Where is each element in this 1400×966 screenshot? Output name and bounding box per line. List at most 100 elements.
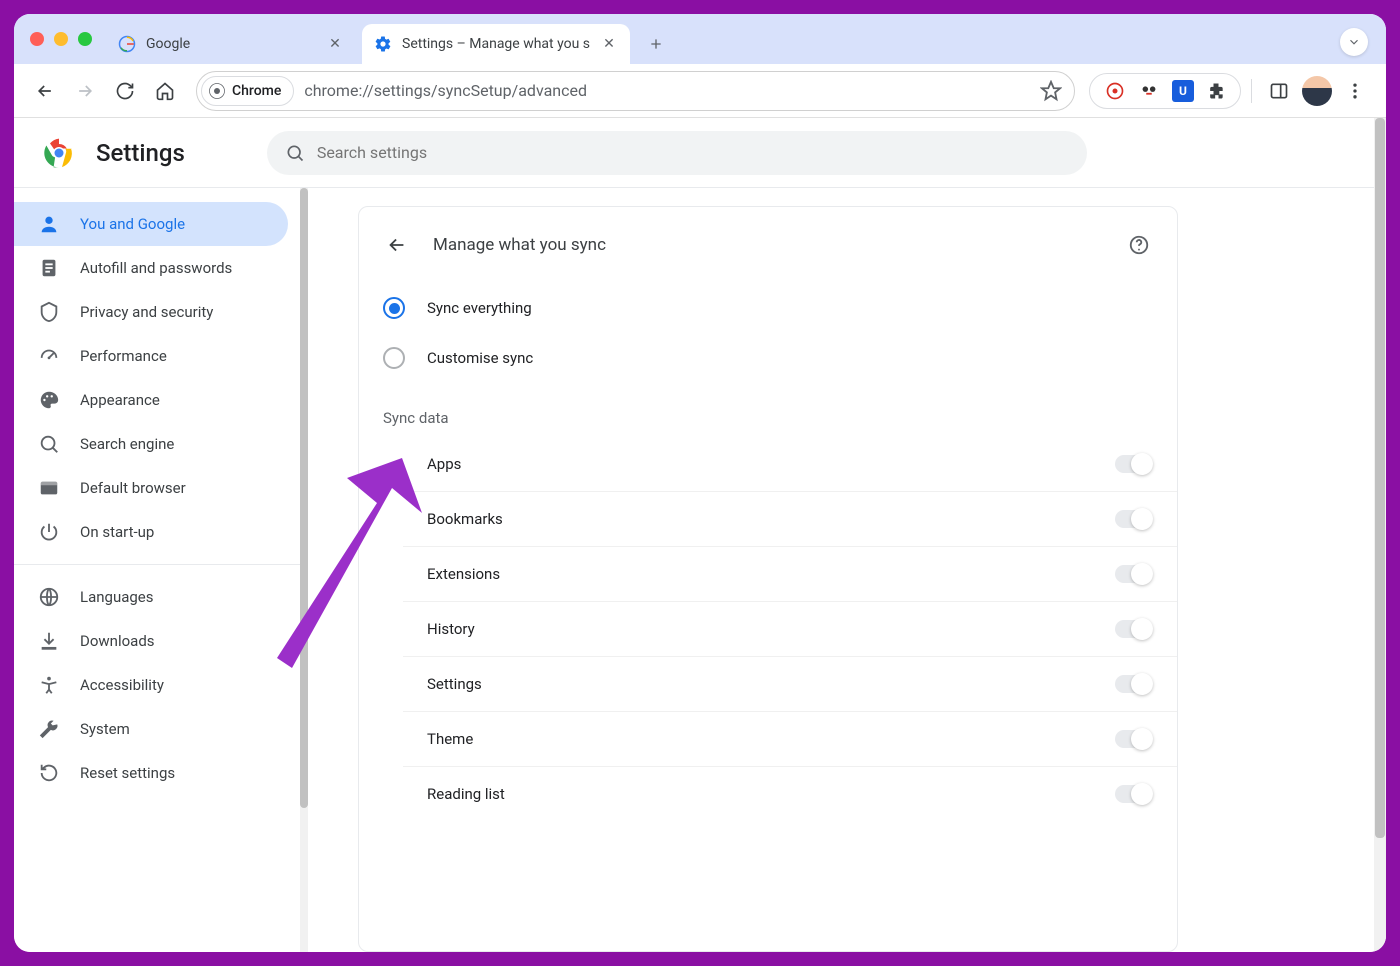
toggle-row-settings: Settings bbox=[403, 657, 1177, 712]
form-icon bbox=[38, 257, 60, 279]
toggle-switch[interactable] bbox=[1115, 510, 1153, 528]
reload-button[interactable] bbox=[108, 74, 142, 108]
page-content: Settings You and Google Autofill and pass… bbox=[14, 118, 1386, 952]
sidebar-item-label: Reset settings bbox=[80, 764, 175, 782]
help-button[interactable] bbox=[1121, 227, 1157, 263]
sidebar-item-system[interactable]: System bbox=[14, 707, 288, 751]
close-window-button[interactable] bbox=[30, 32, 44, 46]
toggle-switch[interactable] bbox=[1115, 675, 1153, 693]
sidebar-item-label: On start-up bbox=[80, 523, 154, 541]
toggle-switch[interactable] bbox=[1115, 620, 1153, 638]
toggle-row-history: History bbox=[403, 602, 1177, 657]
back-arrow-button[interactable] bbox=[379, 227, 415, 263]
google-favicon-icon bbox=[118, 35, 136, 53]
toggle-switch[interactable] bbox=[1115, 455, 1153, 473]
download-icon bbox=[38, 630, 60, 652]
address-bar[interactable]: Chrome chrome://settings/syncSetup/advan… bbox=[196, 71, 1075, 111]
toggle-label: Reading list bbox=[427, 785, 505, 803]
browser-window: Google ✕ Settings – Manage what you s ✕ bbox=[14, 14, 1386, 952]
sidebar-item-privacy-and-security[interactable]: Privacy and security bbox=[14, 290, 288, 334]
speed-icon bbox=[38, 345, 60, 367]
toggle-label: History bbox=[427, 620, 475, 638]
tab-search-button[interactable] bbox=[1340, 28, 1368, 56]
globe-icon bbox=[38, 586, 60, 608]
sidebar-item-languages[interactable]: Languages bbox=[14, 575, 288, 619]
back-button[interactable] bbox=[28, 74, 62, 108]
new-tab-button[interactable] bbox=[640, 28, 672, 60]
profile-avatar[interactable] bbox=[1302, 76, 1332, 106]
window-controls bbox=[26, 14, 100, 64]
sidebar-item-label: Default browser bbox=[80, 479, 186, 497]
toggle-label: Bookmarks bbox=[427, 510, 503, 528]
toolbar-divider bbox=[1251, 79, 1252, 103]
chrome-chip-icon bbox=[208, 82, 226, 100]
side-panel-button[interactable] bbox=[1262, 74, 1296, 108]
radio-label: Customise sync bbox=[427, 349, 533, 367]
shield-icon bbox=[38, 301, 60, 323]
radio-icon bbox=[383, 297, 405, 319]
content-scrollbar[interactable] bbox=[1374, 118, 1386, 952]
site-chip[interactable]: Chrome bbox=[201, 76, 294, 106]
toggle-label: Extensions bbox=[427, 565, 500, 583]
extensions-pill: U bbox=[1089, 73, 1241, 109]
forward-button[interactable] bbox=[68, 74, 102, 108]
toggle-label: Theme bbox=[427, 730, 473, 748]
radio-label: Sync everything bbox=[427, 299, 532, 317]
search-settings-input[interactable] bbox=[267, 131, 1087, 175]
card-header: Manage what you sync bbox=[359, 217, 1177, 283]
sidebar-item-appearance[interactable]: Appearance bbox=[14, 378, 288, 422]
settings-main: Manage what you sync Sync everything Cust… bbox=[308, 188, 1386, 952]
radio-sync-everything[interactable]: Sync everything bbox=[359, 283, 1177, 333]
radio-icon bbox=[383, 347, 405, 369]
extension-2-icon[interactable] bbox=[1138, 80, 1160, 102]
sidebar-item-label: Languages bbox=[80, 588, 154, 606]
extensions-menu-icon[interactable] bbox=[1206, 81, 1226, 101]
sidebar-item-search-engine[interactable]: Search engine bbox=[14, 422, 288, 466]
reset-icon bbox=[38, 762, 60, 784]
extension-1-icon[interactable] bbox=[1104, 80, 1126, 102]
tab-settings[interactable]: Settings – Manage what you s ✕ bbox=[362, 24, 630, 64]
sidebar-item-autofill-and-passwords[interactable]: Autofill and passwords bbox=[14, 246, 288, 290]
settings-header: Settings bbox=[14, 118, 1386, 188]
settings-body: You and Google Autofill and passwords Priv… bbox=[14, 188, 1386, 952]
maximize-window-button[interactable] bbox=[78, 32, 92, 46]
sidebar-item-accessibility[interactable]: Accessibility bbox=[14, 663, 288, 707]
toggle-row-bookmarks: Bookmarks bbox=[403, 492, 1177, 547]
sidebar-item-performance[interactable]: Performance bbox=[14, 334, 288, 378]
search-settings-field[interactable] bbox=[317, 143, 1069, 162]
tab-strip: Google ✕ Settings – Manage what you s ✕ bbox=[14, 14, 1386, 64]
toggle-row-apps: Apps bbox=[403, 437, 1177, 492]
toggle-label: Apps bbox=[427, 455, 461, 473]
settings-title: Settings bbox=[96, 139, 185, 167]
tab-google[interactable]: Google ✕ bbox=[106, 24, 356, 64]
toggle-switch[interactable] bbox=[1115, 565, 1153, 583]
radio-customise-sync[interactable]: Customise sync bbox=[359, 333, 1177, 383]
settings-sidebar: You and Google Autofill and passwords Priv… bbox=[14, 188, 308, 952]
extension-3-icon[interactable]: U bbox=[1172, 80, 1194, 102]
sidebar-item-label: Accessibility bbox=[80, 676, 164, 694]
sidebar-item-label: Autofill and passwords bbox=[80, 259, 232, 277]
toggle-row-reading-list: Reading list bbox=[403, 767, 1177, 821]
close-tab-button[interactable]: ✕ bbox=[600, 35, 618, 53]
sidebar-item-label: Performance bbox=[80, 347, 167, 365]
palette-icon bbox=[38, 389, 60, 411]
minimize-window-button[interactable] bbox=[54, 32, 68, 46]
sync-card: Manage what you sync Sync everything Cust… bbox=[358, 206, 1178, 952]
sidebar-scrollbar[interactable] bbox=[300, 188, 308, 952]
close-tab-button[interactable]: ✕ bbox=[326, 35, 344, 53]
sidebar-item-default-browser[interactable]: Default browser bbox=[14, 466, 288, 510]
bookmark-star-icon[interactable] bbox=[1040, 80, 1062, 102]
sidebar-item-you-and-google[interactable]: You and Google bbox=[14, 202, 288, 246]
sidebar-item-label: You and Google bbox=[80, 215, 185, 233]
sidebar-item-downloads[interactable]: Downloads bbox=[14, 619, 288, 663]
toggle-switch[interactable] bbox=[1115, 730, 1153, 748]
browser-icon bbox=[38, 477, 60, 499]
home-button[interactable] bbox=[148, 74, 182, 108]
sidebar-item-label: Downloads bbox=[80, 632, 155, 650]
sidebar-item-label: Appearance bbox=[80, 391, 160, 409]
sidebar-item-reset-settings[interactable]: Reset settings bbox=[14, 751, 288, 795]
toggle-switch[interactable] bbox=[1115, 785, 1153, 803]
tab-title: Google bbox=[146, 36, 190, 52]
overflow-menu-button[interactable] bbox=[1338, 74, 1372, 108]
sidebar-item-on-start-up[interactable]: On start-up bbox=[14, 510, 288, 554]
